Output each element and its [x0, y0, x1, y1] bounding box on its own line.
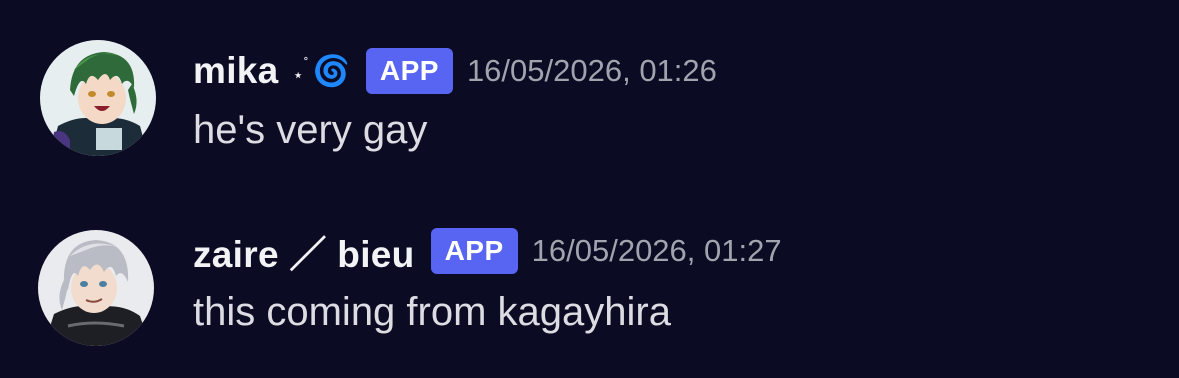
- message-header: mika ⋆ ˚ 🌀 APP 16/05/2026, 01:26: [193, 48, 717, 94]
- app-badge: APP: [430, 228, 518, 274]
- chat-message: zaire ／ bieu APP 16/05/2026, 01:27 this …: [0, 210, 1179, 360]
- message-header: zaire ／ bieu APP 16/05/2026, 01:27: [193, 228, 782, 275]
- green-haired-character-avatar-icon: [40, 40, 156, 156]
- avatar[interactable]: [40, 40, 156, 156]
- app-badge: APP: [365, 48, 453, 94]
- star-icon: ⋆: [292, 64, 304, 85]
- silver-haired-character-avatar-icon: [38, 230, 154, 346]
- timestamp: 16/05/2026, 01:26: [466, 53, 717, 88]
- swirl-icon: 🌀: [312, 54, 350, 88]
- ring-icon: ˚: [303, 55, 309, 71]
- message-text: he's very gay: [193, 108, 428, 152]
- avatar[interactable]: [38, 230, 154, 346]
- username[interactable]: zaire ／ bieu: [193, 224, 415, 278]
- username-decoration: ⋆ ˚ 🌀: [293, 54, 350, 89]
- chat-log: mika ⋆ ˚ 🌀 APP 16/05/2026, 01:26 he's ve…: [0, 0, 1179, 378]
- username[interactable]: mika: [193, 50, 279, 92]
- timestamp: 16/05/2026, 01:27: [531, 233, 782, 268]
- chat-message: mika ⋆ ˚ 🌀 APP 16/05/2026, 01:26 he's ve…: [0, 20, 1179, 170]
- message-text: this coming from kagayhira: [193, 290, 671, 334]
